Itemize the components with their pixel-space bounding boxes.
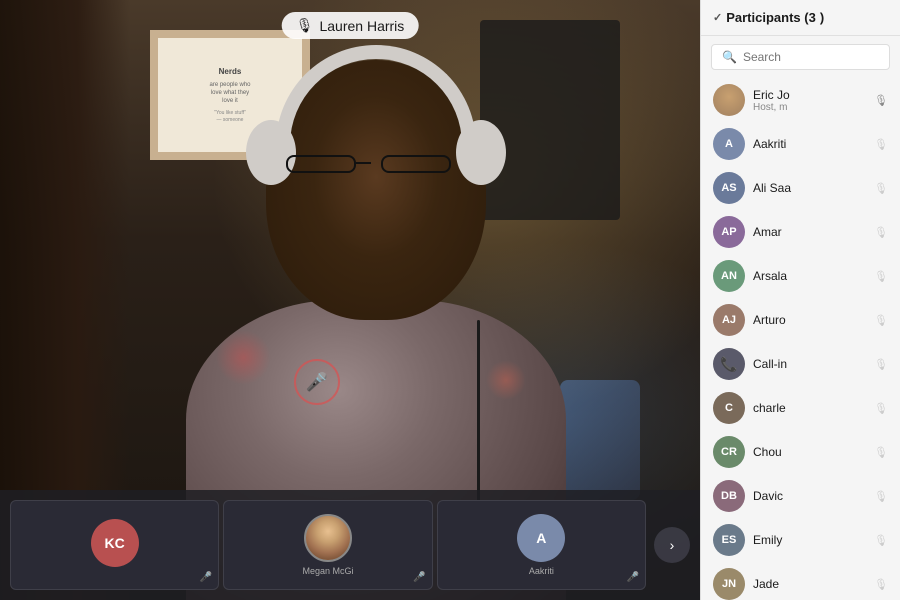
aakriti-name: Aakriti [753, 137, 866, 151]
participant-item-callin[interactable]: 📞 Call-in 🎙 [701, 342, 900, 386]
eric-name: Eric Jo [753, 88, 866, 102]
callin-info: Call-in [753, 357, 866, 371]
ali-info: Ali Saa [753, 181, 866, 195]
tile-avatar-aakriti: A [517, 514, 565, 562]
jade-info: Jade [753, 577, 866, 591]
david-name: Davic [753, 489, 866, 503]
mute-indicator: 🎤 [294, 359, 340, 405]
callin-name: Call-in [753, 357, 866, 371]
participant-item-chou[interactable]: CR Chou 🎙 [701, 430, 900, 474]
aakriti-mic-icon: 🎙 [874, 138, 888, 151]
participant-strip: KC 🎤 Megan McGi 🎤 A Aakriti 🎤 › [0, 490, 700, 600]
headphone-left [246, 120, 296, 185]
chou-name: Chou [753, 445, 866, 459]
headphone-right [456, 120, 506, 185]
arturo-info: Arturo [753, 313, 866, 327]
chou-avatar: CR [713, 436, 745, 468]
glasses [286, 155, 456, 175]
charles-name: charle [753, 401, 866, 415]
emily-avatar: ES [713, 524, 745, 556]
participant-tile-megan[interactable]: Megan McGi 🎤 [223, 500, 432, 590]
amar-name: Amar [753, 225, 866, 239]
emily-info: Emily [753, 533, 866, 547]
person-head [266, 60, 486, 320]
sidebar-title: ✓ Participants (3 ) [713, 10, 824, 25]
participant-item-david[interactable]: DB Davic 🎙 [701, 474, 900, 518]
speaker-name: Lauren Harris [319, 18, 404, 34]
search-box[interactable]: 🔍 [711, 44, 890, 70]
search-icon: 🔍 [722, 50, 737, 64]
david-avatar: DB [713, 480, 745, 512]
amar-avatar: AP [713, 216, 745, 248]
arsala-info: Arsala [753, 269, 866, 283]
charles-info: charle [753, 401, 866, 415]
ali-mic-icon: 🎙 [874, 182, 888, 195]
chou-info: Chou [753, 445, 866, 459]
aakriti-avatar: A [713, 128, 745, 160]
emily-mic-icon: 🎙 [874, 534, 888, 547]
chevron-down-icon: ✓ [713, 11, 722, 24]
participant-item-arturo[interactable]: AJ Arturo 🎙 [701, 298, 900, 342]
participant-item-emily[interactable]: ES Emily 🎙 [701, 518, 900, 562]
arsala-avatar: AN [713, 260, 745, 292]
arsala-mic-icon: 🎙 [874, 270, 888, 283]
arturo-mic-icon: 🎙 [874, 314, 888, 327]
aakriti-info: Aakriti [753, 137, 866, 151]
participant-tile-kc[interactable]: KC 🎤 [10, 500, 219, 590]
participant-item-aakriti[interactable]: A Aakriti 🎙 [701, 122, 900, 166]
next-icon: › [670, 537, 675, 553]
amar-mic-icon: 🎙 [874, 226, 888, 239]
emily-name: Emily [753, 533, 866, 547]
speaker-mic-icon: 🎙 [296, 17, 314, 34]
arturo-avatar: AJ [713, 304, 745, 336]
participants-label: Participants (3 [726, 10, 816, 25]
eric-avatar [713, 84, 745, 116]
amar-info: Amar [753, 225, 866, 239]
next-participants-button[interactable]: › [654, 527, 690, 563]
participants-count-suffix: ) [820, 10, 824, 25]
tile-name-megan: Megan McGi [302, 566, 353, 576]
tile-avatar-megan [304, 514, 352, 562]
participant-list: Eric Jo Host, m 🎙 A Aakriti 🎙 AS Ali Saa… [701, 78, 900, 600]
participant-item-amar[interactable]: AP Amar 🎙 [701, 210, 900, 254]
charles-avatar: C [713, 392, 745, 424]
eric-info: Eric Jo Host, m [753, 88, 866, 113]
tile-avatar-kc: KC [91, 519, 139, 567]
arsala-name: Arsala [753, 269, 866, 283]
speaker-name-label: 🎙 Lauren Harris [282, 12, 419, 39]
ali-avatar: AS [713, 172, 745, 204]
chou-mic-icon: 🎙 [874, 446, 888, 459]
tile-mic-kc: 🎤 [200, 572, 212, 583]
participant-item-jade[interactable]: JN Jade 🎙 [701, 562, 900, 600]
eric-mic-icon: 🎙 [874, 94, 888, 107]
callin-avatar: 📞 [713, 348, 745, 380]
david-mic-icon: 🎙 [874, 490, 888, 503]
participant-item-charles[interactable]: C charle 🎙 [701, 386, 900, 430]
jade-name: Jade [753, 577, 866, 591]
participant-item-arsala[interactable]: AN Arsala 🎙 [701, 254, 900, 298]
arturo-name: Arturo [753, 313, 866, 327]
ali-name: Ali Saa [753, 181, 866, 195]
jade-mic-icon: 🎙 [874, 578, 888, 591]
video-area: Nerds are people wholove what theylove i… [0, 0, 700, 600]
charles-mic-icon: 🎙 [874, 402, 888, 415]
participant-item-eric[interactable]: Eric Jo Host, m 🎙 [701, 78, 900, 122]
megan-photo [306, 516, 350, 560]
participant-item-ali[interactable]: AS Ali Saa 🎙 [701, 166, 900, 210]
eric-role: Host, m [753, 102, 866, 113]
david-info: Davic [753, 489, 866, 503]
tile-mic-aakriti: 🎤 [627, 572, 639, 583]
tile-mic-megan: 🎤 [413, 572, 425, 583]
callin-mic-icon: 🎙 [874, 358, 888, 371]
jade-avatar: JN [713, 568, 745, 600]
participants-sidebar: ✓ Participants (3 ) 🔍 Eric Jo Host, m 🎙 … [700, 0, 900, 600]
tile-name-aakriti: Aakriti [529, 566, 554, 576]
sidebar-header: ✓ Participants (3 ) [701, 0, 900, 36]
search-input[interactable] [743, 50, 879, 64]
participant-tile-aakriti[interactable]: A Aakriti 🎤 [437, 500, 646, 590]
headphone-band [276, 45, 476, 145]
